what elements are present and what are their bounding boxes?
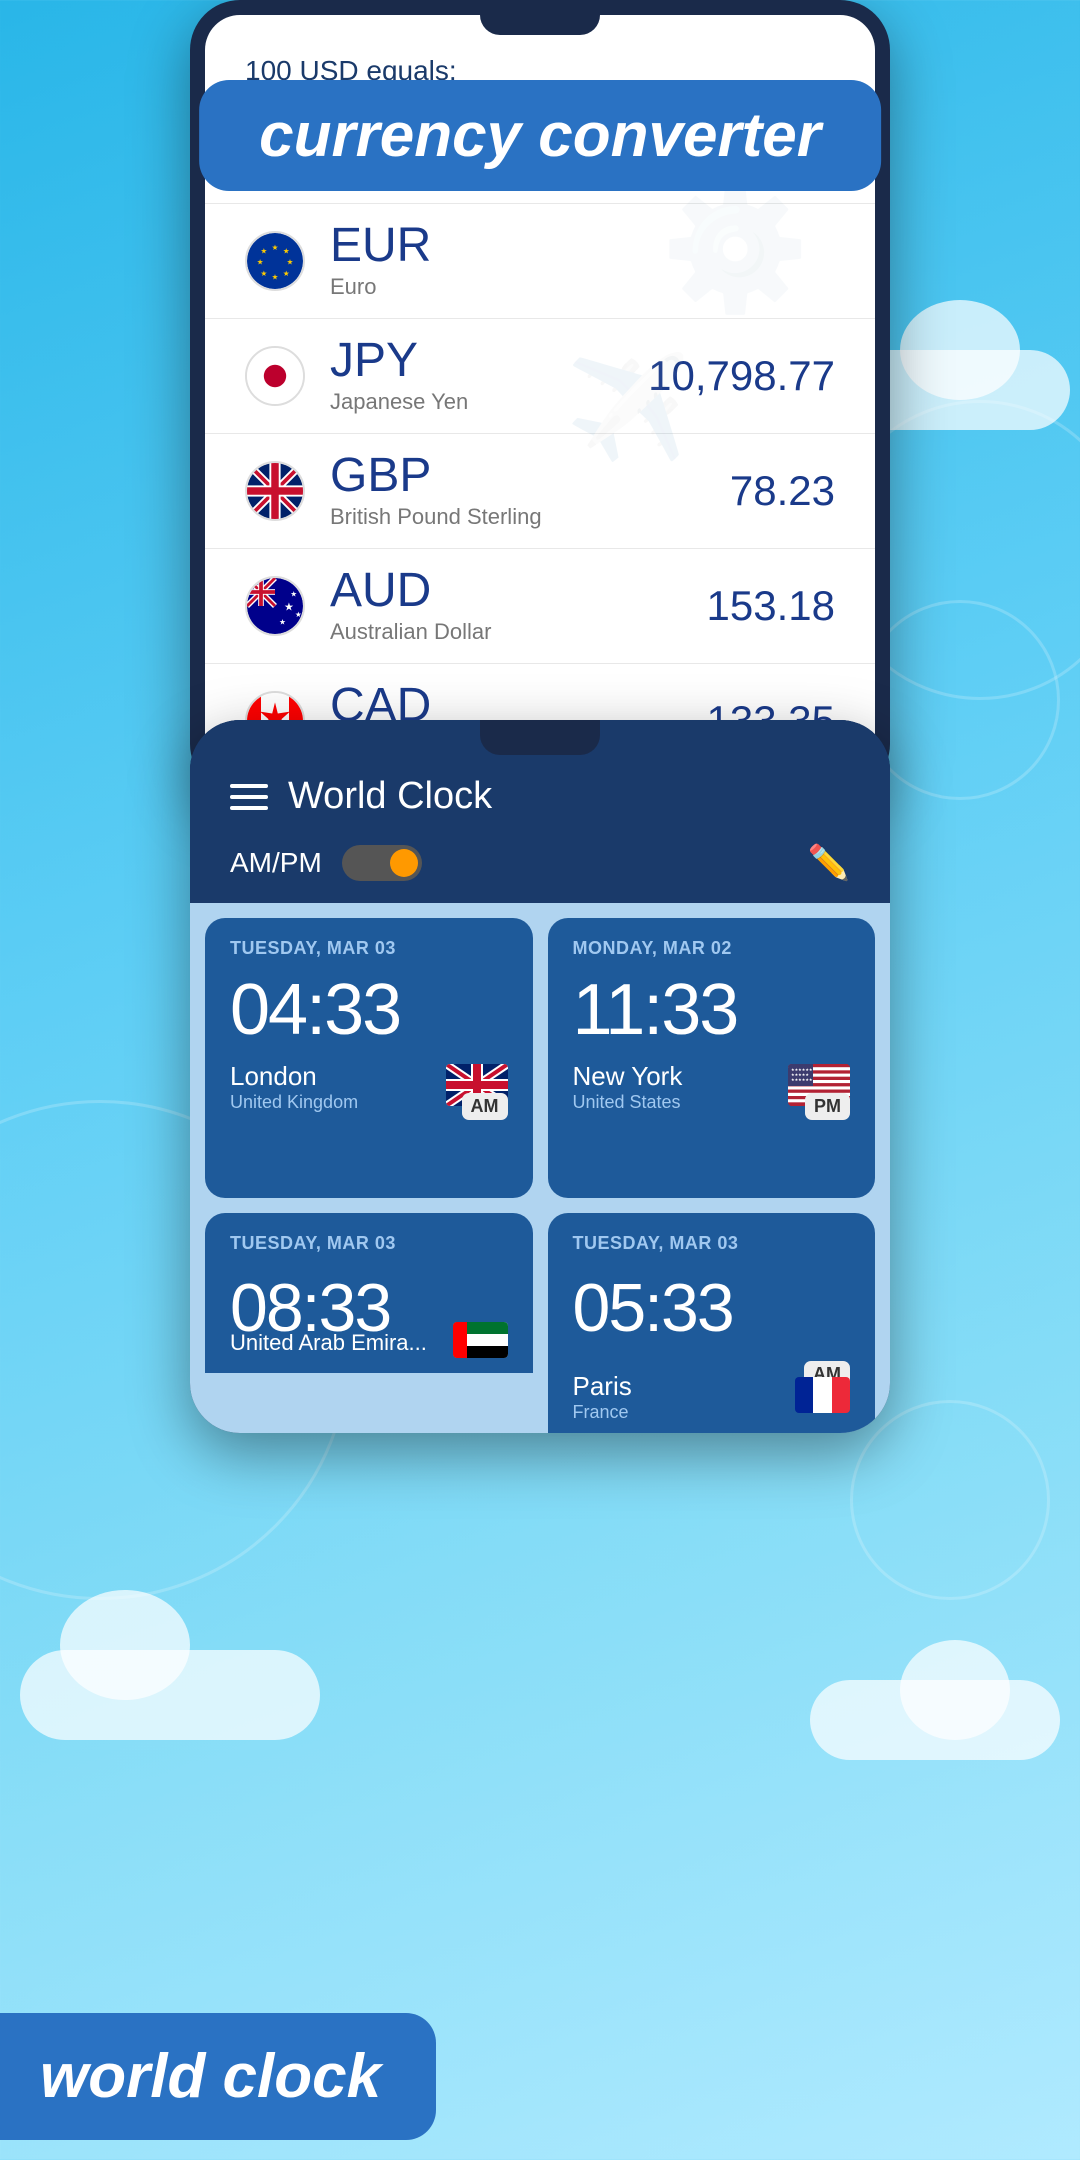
toggle-knob xyxy=(390,849,418,877)
gbp-name: British Pound Sterling xyxy=(330,504,730,530)
aud-flag: ★ ★ ★ ★ xyxy=(245,576,305,636)
clock-card-paris[interactable]: TUESDAY, MAR 03 05:33 AM Paris France xyxy=(548,1213,876,1433)
london-date: TUESDAY, MAR 03 xyxy=(230,938,508,959)
svg-text:★: ★ xyxy=(283,247,290,256)
uae-flag xyxy=(453,1322,508,1363)
currency-row-gbp: GBP British Pound Sterling 78.23 xyxy=(205,434,875,549)
phone-notch xyxy=(480,720,600,755)
paris-date: TUESDAY, MAR 03 xyxy=(573,1233,851,1254)
svg-text:★★★★★★: ★★★★★★ xyxy=(791,1077,813,1082)
clock-card-london[interactable]: TUESDAY, MAR 03 04:33 AM London United K… xyxy=(205,918,533,1198)
france-flag xyxy=(795,1377,850,1418)
clock-card-newyork[interactable]: MONDAY, MAR 02 11:33 PM New York United … xyxy=(548,918,876,1198)
newyork-date: MONDAY, MAR 02 xyxy=(573,938,851,959)
world-clock-badge-label: world clock xyxy=(40,2042,381,2111)
newyork-city: New York xyxy=(573,1061,683,1092)
uae-city: United Arab Emira... xyxy=(230,1330,427,1356)
aud-code: AUD xyxy=(330,567,707,615)
paris-country: France xyxy=(573,1402,632,1423)
svg-text:★: ★ xyxy=(284,602,294,614)
world-clock-phone: World Clock AM/PM ✏️ TUESDAY, MAR 03 04:… xyxy=(190,720,890,1433)
london-time: 04:33 xyxy=(230,974,508,1046)
newyork-time: 11:33 xyxy=(573,974,851,1046)
svg-text:★: ★ xyxy=(283,269,290,278)
london-ampm: AM xyxy=(462,1093,508,1120)
currency-row-jpy: JPY Japanese Yen 10,798.77 xyxy=(205,319,875,434)
svg-text:★: ★ xyxy=(295,610,302,619)
gbp-value: 78.23 xyxy=(730,467,835,515)
svg-text:★: ★ xyxy=(260,247,267,256)
newyork-country: United States xyxy=(573,1092,683,1113)
svg-text:★: ★ xyxy=(260,269,267,278)
jpy-flag xyxy=(245,346,305,406)
ampm-toggle-bar: AM/PM ✏️ xyxy=(190,833,890,903)
ampm-label: AM/PM xyxy=(230,847,322,879)
london-city: London xyxy=(230,1061,358,1092)
world-clock-badge: world clock xyxy=(0,2013,436,2140)
world-clock-title: World Clock xyxy=(288,775,850,818)
hamburger-menu[interactable] xyxy=(230,784,268,810)
clock-card-uae[interactable]: TUESDAY, MAR 03 08:33 United Arab Emira.… xyxy=(205,1213,533,1373)
paris-time: 05:33 xyxy=(573,1269,851,1347)
edit-icon[interactable]: ✏️ xyxy=(808,843,850,883)
clock-grid: TUESDAY, MAR 03 04:33 AM London United K… xyxy=(190,903,890,1433)
aud-name: Australian Dollar xyxy=(330,619,707,645)
aud-value: 153.18 xyxy=(707,582,835,630)
currency-converter-badge: currency converter xyxy=(199,80,881,191)
uae-date: TUESDAY, MAR 03 xyxy=(230,1233,508,1254)
svg-text:★: ★ xyxy=(257,258,264,267)
svg-text:★: ★ xyxy=(290,590,297,599)
svg-text:★: ★ xyxy=(279,618,286,627)
london-location: London United Kingdom xyxy=(230,1061,358,1113)
london-country: United Kingdom xyxy=(230,1092,358,1113)
aud-info: AUD Australian Dollar xyxy=(330,567,707,645)
svg-text:★: ★ xyxy=(272,243,279,252)
eur-flag: ★ ★ ★ ★ ★ ★ ★ ★ xyxy=(245,231,305,291)
gbp-flag xyxy=(245,461,305,521)
paris-city: Paris xyxy=(573,1371,632,1402)
newyork-location: New York United States xyxy=(573,1061,683,1113)
ampm-toggle[interactable] xyxy=(342,845,422,881)
currency-badge-label: currency converter xyxy=(259,101,821,170)
currency-row-aud: ★ ★ ★ ★ AUD Australian Dollar 153.18 xyxy=(205,549,875,664)
paris-location: Paris France xyxy=(573,1371,632,1423)
svg-text:★: ★ xyxy=(272,273,279,282)
svg-text:★: ★ xyxy=(287,258,294,267)
newyork-ampm: PM xyxy=(805,1093,850,1120)
